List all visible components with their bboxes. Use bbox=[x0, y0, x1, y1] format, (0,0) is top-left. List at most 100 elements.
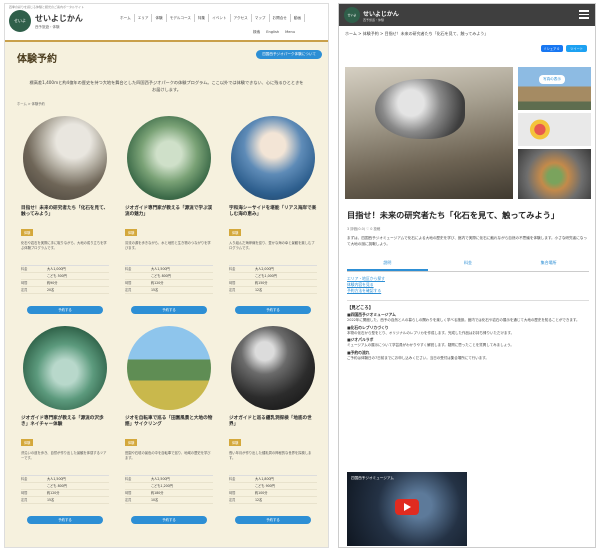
sub-nav: 検索 English Menu bbox=[250, 28, 298, 36]
highlight-text: 2022年に開館した、西予の自然と人の暮らしの関わりを楽しく学べる施設。館内では… bbox=[347, 318, 580, 322]
reserve-button[interactable]: 予約する bbox=[27, 516, 103, 524]
hamburger-menu-icon[interactable] bbox=[579, 10, 589, 19]
info-row: 時間 約120分 bbox=[125, 280, 213, 287]
experience-detail-page: せいよ せいよじかん 西予旅遊・体験 ホーム > 体験予約 > 目指せ！未来の研… bbox=[338, 3, 596, 548]
experience-photo[interactable] bbox=[23, 326, 107, 410]
reserve-button[interactable]: 予約する bbox=[235, 306, 311, 314]
gallery-thumbnail[interactable] bbox=[518, 67, 591, 110]
category-tag: 体験 bbox=[229, 438, 242, 446]
tab-meeting-point[interactable]: 集合場所 bbox=[508, 257, 589, 271]
page-title-row: 体験予約 四国西予ジオパーク体験について bbox=[5, 46, 328, 68]
experience-photo[interactable] bbox=[127, 116, 211, 200]
sub-nav-item[interactable]: Menu bbox=[282, 28, 298, 36]
info-row: こども 900円 bbox=[229, 483, 317, 490]
reserve-button[interactable]: 予約する bbox=[131, 516, 207, 524]
photo-subject bbox=[375, 79, 465, 139]
nav-item[interactable]: モデルコース bbox=[167, 14, 195, 22]
info-row: 時間 約90分 bbox=[21, 280, 109, 287]
gallery-thumbnail[interactable] bbox=[518, 149, 591, 199]
reserve-button[interactable]: 予約する bbox=[131, 306, 207, 314]
anchor-link[interactable]: 予約方法を確認する bbox=[347, 288, 385, 294]
nav-item[interactable]: 体験 bbox=[152, 14, 167, 22]
info-row: 料金 大人1,500円 bbox=[125, 266, 213, 273]
experience-title[interactable]: ジオを自転車で巡る「田園風景と大地の物語」サイクリング bbox=[125, 416, 213, 429]
experience-title[interactable]: ジオガイド専門家が教える「源流の沢歩き」ネイチャー体験 bbox=[21, 416, 109, 429]
experience-photo[interactable] bbox=[127, 326, 211, 410]
info-row: 料金 大人2,000円 bbox=[229, 266, 317, 273]
reserve-button[interactable]: 予約する bbox=[27, 306, 103, 314]
experience-photo[interactable] bbox=[231, 326, 315, 410]
breadcrumb[interactable]: ホーム > 体験予約 bbox=[17, 101, 316, 106]
site-brand[interactable]: せいよじかん bbox=[35, 13, 83, 24]
breadcrumb[interactable]: ホーム > 体験予約 > 目指せ！未来の研究者たち「化石を見て、触ってみよう」 bbox=[345, 31, 589, 37]
highlight-text: ご予約は体験日の7日前までにお申し込みください。当日の受付は集合場所にて行います… bbox=[347, 355, 489, 360]
share-buttons: f シェア 0 ツイート bbox=[540, 45, 587, 52]
info-row: 定員 15名 bbox=[21, 497, 109, 504]
highlights-section: 【見どころ】 ■四国西予ジオミュージアム 2022年に開館した、西予の自然と人の… bbox=[347, 300, 589, 361]
experience-photo[interactable] bbox=[231, 116, 315, 200]
site-brand-sub: 西予旅遊・体験 bbox=[363, 18, 385, 22]
intro-text: 標高差1,400mと約4億年の歴史を持つ大地を舞台とした四国西予ジオパークの体験… bbox=[29, 80, 304, 92]
info-row: こども 800円 bbox=[21, 483, 109, 490]
header-tagline: 四季の彩りを感じる体験と観光のご案内ポータルサイト bbox=[9, 5, 85, 9]
experience-title: 目指せ！未来の研究者たち「化石を見て、触ってみよう」 bbox=[347, 210, 560, 220]
experience-description: 清流の源を歩きながら、水と地形と生き物のつながりを学びます。 bbox=[125, 240, 211, 250]
experience-card: ジオガイド専門家が教える「源流の沢歩き」ネイチャー体験 体験 沢沿いの道を歩き、… bbox=[17, 326, 113, 536]
info-row: 時間 約150分 bbox=[229, 280, 317, 287]
info-row: 定員 12名 bbox=[229, 497, 317, 504]
experience-title[interactable]: ジオガイド専門家が教える「源流で学ぶ渓流の魅力」 bbox=[125, 206, 213, 219]
info-row: こども1,000円 bbox=[229, 273, 317, 280]
experience-info: 料金 大人1,000円 こども 500円 時間 約90分 定員 20名 bbox=[21, 264, 109, 294]
nav-item[interactable]: 動画 bbox=[291, 14, 306, 22]
site-header: 四季の彩りを感じる体験と観光のご案内ポータルサイト せいよ せいよじかん 西予旅… bbox=[5, 4, 328, 42]
experience-grid: 目指せ！未来の研究者たち「化石を見て、触ってみよう」 体験 化石や岩石を実際に手… bbox=[17, 116, 328, 536]
category-tag: 体験 bbox=[21, 438, 34, 446]
geopark-info-button[interactable]: 四国西予ジオパーク体験について bbox=[256, 50, 322, 59]
experience-list-page: 四季の彩りを感じる体験と観光のご案内ポータルサイト せいよ せいよじかん 西予旅… bbox=[4, 3, 329, 548]
category-tag: 体験 bbox=[125, 438, 138, 446]
main-nav: ホーム エリア 体験 モデルコース 特集 イベント アクセス マップ お問合せ … bbox=[117, 14, 328, 22]
highlight-text: ミュージアムの展示について学芸員がわかりやすく解説します。疑問に思ったことを質問… bbox=[347, 343, 514, 347]
experience-title[interactable]: ジオガイドと巡る鍾乳洞探検「地底の世界」 bbox=[229, 416, 317, 429]
main-photo[interactable] bbox=[345, 67, 513, 199]
show-photos-button[interactable]: 写真の表示 bbox=[539, 75, 565, 84]
nav-item[interactable]: マップ bbox=[252, 14, 270, 22]
photo-gallery: 写真の表示 bbox=[345, 67, 591, 199]
site-logo[interactable]: せいよ bbox=[344, 7, 360, 23]
experience-info: 料金 大人1,500円 こども 800円 時間 約120分 定員 15名 bbox=[125, 264, 213, 294]
section-heading: 【見どころ】 bbox=[347, 306, 374, 311]
sub-nav-item[interactable]: 検索 bbox=[250, 28, 263, 36]
nav-item[interactable]: ホーム bbox=[117, 14, 135, 22]
nav-item[interactable]: 特集 bbox=[195, 14, 210, 22]
nav-item[interactable]: お問合せ bbox=[270, 14, 291, 22]
detail-tabs: 説明 料金 集合場所 bbox=[347, 257, 589, 272]
site-logo[interactable]: せいよ bbox=[9, 10, 31, 32]
screenshot-frame: 四季の彩りを感じる体験と観光のご案内ポータルサイト せいよ せいよじかん 西予旅… bbox=[0, 0, 600, 551]
info-row: 定員 15名 bbox=[125, 287, 213, 294]
tweet-button[interactable]: ツイート bbox=[566, 45, 587, 52]
nav-item[interactable]: アクセス bbox=[231, 14, 252, 22]
video-embed[interactable]: 四国西予ジオミュージアム bbox=[347, 472, 467, 546]
experience-description: 化石や岩石を実際に手に取りながら、大地の成り立ちを学ぶ体験プログラムです。 bbox=[21, 240, 107, 250]
facebook-share-button[interactable]: f シェア 0 bbox=[540, 45, 564, 52]
reserve-button[interactable]: 予約する bbox=[235, 516, 311, 524]
experience-title[interactable]: 目指せ！未来の研究者たち「化石を見て、触ってみよう」 bbox=[21, 206, 109, 219]
experience-card: ジオを自転車で巡る「田園風景と大地の物語」サイクリング 体験 田園や石垣の景色の… bbox=[121, 326, 217, 536]
experience-description: 沢沿いの道を歩き、自然が作り出した景観を体感するツアーです。 bbox=[21, 450, 107, 460]
tab-description[interactable]: 説明 bbox=[347, 257, 428, 271]
info-row: 料金 大人1,800円 bbox=[229, 476, 317, 483]
info-row: こども1,200円 bbox=[125, 483, 213, 490]
gallery-thumbnail[interactable] bbox=[518, 113, 591, 146]
site-brand-sub: 西予旅遊・体験 bbox=[35, 25, 60, 29]
nav-item[interactable]: イベント bbox=[209, 14, 231, 22]
experience-title[interactable]: 宇和海シーサイドを堪能「リアス海岸で楽しむ海の恵み」 bbox=[229, 206, 317, 219]
tab-price[interactable]: 料金 bbox=[428, 257, 509, 271]
site-brand[interactable]: せいよじかん bbox=[363, 9, 399, 18]
experience-photo[interactable] bbox=[23, 116, 107, 200]
play-icon[interactable] bbox=[395, 499, 419, 515]
experience-card: 宇和海シーサイドを堪能「リアス海岸で楽しむ海の恵み」 体験 入り組んだ海岸線を巡… bbox=[225, 116, 321, 326]
sub-nav-item[interactable]: English bbox=[263, 28, 282, 36]
nav-item[interactable]: エリア bbox=[135, 14, 153, 22]
video-title: 四国西予ジオミュージアム bbox=[351, 476, 394, 480]
anchor-links: エリア・地区から探す 体験内容を見る 予約方法を確認する bbox=[347, 276, 385, 294]
